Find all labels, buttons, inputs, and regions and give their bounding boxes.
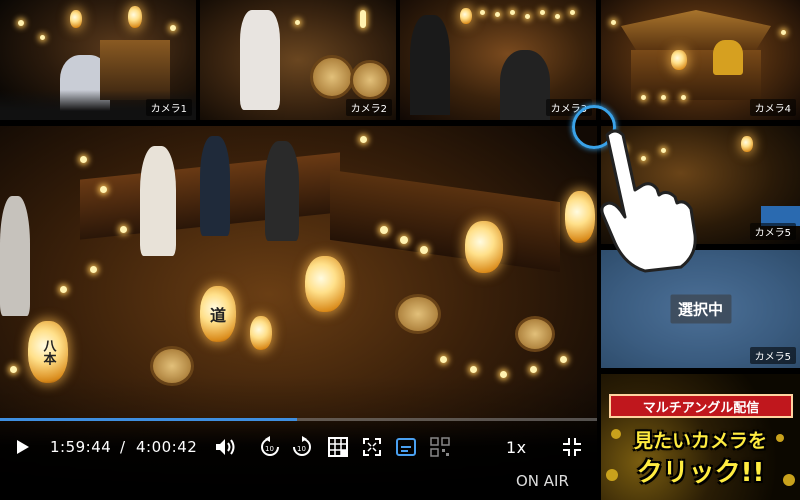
- rewind-10-icon: 10: [261, 436, 279, 456]
- camera-2-label: カメラ2: [345, 99, 392, 116]
- promo-line-1: 見たいカメラを: [633, 430, 767, 452]
- selected-status: 選択中: [669, 294, 732, 324]
- promo-title: マルチアングル配信: [609, 394, 793, 418]
- camera-1-label: カメラ1: [145, 99, 192, 116]
- promo-line-2: クリック!!: [636, 458, 765, 488]
- svg-text:10: 10: [297, 445, 306, 453]
- lantern-mid: 道: [200, 286, 236, 342]
- camera-1-thumbnail[interactable]: カメラ1: [0, 0, 196, 120]
- pointing-hand-icon: [585, 115, 705, 275]
- playback-speed[interactable]: 1x: [506, 435, 527, 459]
- fit-screen-icon: [363, 438, 381, 456]
- forward-10-button[interactable]: 10: [290, 434, 314, 460]
- fit-screen-button[interactable]: [360, 435, 384, 459]
- camera-2-thumbnail[interactable]: カメラ2: [200, 0, 396, 120]
- player-control-bar: 1:59:44 / 4:00:42 10 10 1x ON AIR: [0, 418, 597, 500]
- forward-10-icon: 10: [293, 436, 311, 456]
- subtitles-icon: [396, 438, 416, 456]
- camera-4-label: カメラ4: [749, 99, 796, 116]
- qr-icon: [430, 437, 450, 457]
- progress-fill: [0, 418, 297, 421]
- play-button[interactable]: [12, 436, 34, 458]
- duration: 4:00:42: [136, 438, 198, 456]
- volume-button[interactable]: [214, 435, 238, 459]
- lantern-left: 八本: [28, 321, 68, 383]
- rewind-10-button[interactable]: 10: [258, 434, 282, 460]
- on-air-status: ON AIR: [516, 472, 569, 490]
- play-icon: [17, 440, 29, 454]
- subtitles-button[interactable]: [394, 435, 418, 459]
- shrink-icon: [563, 438, 581, 456]
- progress-track[interactable]: [0, 418, 597, 421]
- camera-5-label-selected: カメラ5: [749, 347, 796, 364]
- qr-button[interactable]: [428, 435, 452, 459]
- camera-3-thumbnail[interactable]: カメラ3: [400, 0, 596, 120]
- exit-fullscreen-button[interactable]: [560, 435, 584, 459]
- camera-5-label: カメラ5: [749, 223, 796, 240]
- multi-angle-promo-banner: マルチアングル配信 見たいカメラを クリック!!: [601, 374, 800, 500]
- time-separator: /: [120, 438, 126, 456]
- camera-4-thumbnail[interactable]: カメラ4: [601, 0, 800, 120]
- multi-angle-button[interactable]: [326, 435, 350, 459]
- svg-text:10: 10: [265, 445, 274, 453]
- volume-icon: [216, 439, 235, 455]
- multi-angle-icon: [328, 437, 348, 457]
- current-time: 1:59:44: [50, 438, 112, 456]
